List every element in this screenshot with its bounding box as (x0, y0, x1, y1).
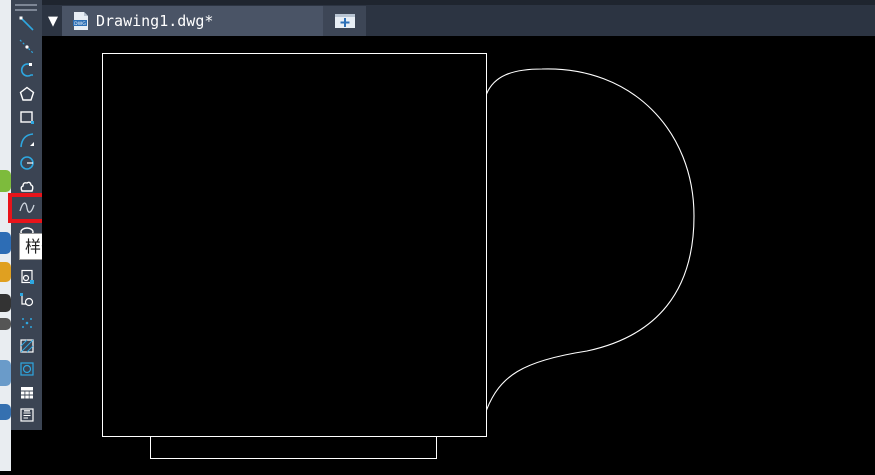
desktop-icon-fragment (0, 232, 11, 254)
point-icon (22, 318, 32, 328)
rectangle-icon (20, 111, 34, 124)
circle-icon (20, 156, 34, 170)
desktop-icon-fragment (0, 294, 11, 312)
point-tool-button[interactable] (15, 313, 39, 333)
spline-tool-button[interactable] (15, 198, 39, 218)
make-block-tool-button[interactable] (15, 290, 39, 310)
desktop-icon-fragment (0, 360, 11, 386)
construction-line-icon (19, 39, 35, 55)
toolbar-grip[interactable] (15, 9, 37, 11)
mug-handle-spline[interactable] (485, 68, 695, 411)
line-icon (19, 16, 34, 31)
desktop-icon-fragment (0, 318, 11, 330)
polygon-tool-button[interactable] (15, 84, 39, 104)
tab-list-menu-button[interactable]: ▼ (44, 10, 62, 32)
drawing-canvas[interactable] (42, 36, 875, 471)
region-tool-button[interactable] (15, 359, 39, 379)
document-tab-bar: ▼ DWG Drawing1.dwg* ✕ (42, 0, 875, 36)
caret-down-icon: ▼ (48, 13, 58, 29)
mtext-tool-button[interactable] (15, 405, 39, 425)
insert-block-icon (21, 269, 34, 284)
polyline-icon (20, 63, 33, 77)
insert-block-tool-button[interactable] (15, 267, 39, 287)
hatch-icon (20, 339, 34, 353)
draw-toolbar (11, 0, 43, 430)
desktop-icon-fragment (0, 262, 11, 282)
region-icon (20, 362, 34, 376)
polygon-icon (19, 86, 35, 101)
table-icon (21, 387, 33, 399)
mtext-icon (20, 408, 34, 422)
construction-line-tool-button[interactable] (15, 37, 39, 57)
tab-bar-top-edge (42, 0, 875, 5)
drawing-geometry (102, 53, 695, 459)
spline-icon (19, 202, 35, 213)
toolbar-grip[interactable] (15, 4, 37, 6)
circle-tool-button[interactable] (15, 153, 39, 173)
revision-cloud-tool-button[interactable] (15, 176, 39, 196)
rectangle-tool-button[interactable] (15, 107, 39, 127)
dwg-file-icon: DWG (73, 12, 88, 30)
desktop-icon-fragment (0, 404, 11, 420)
line-tool-button[interactable] (15, 14, 39, 34)
make-block-icon (20, 293, 34, 307)
new-tab-icon (334, 14, 355, 28)
tab-title: Drawing1.dwg* (96, 12, 214, 30)
desktop-icon-fragment (0, 170, 11, 192)
arc-tool-button[interactable] (15, 130, 39, 150)
tab-drawing1[interactable]: DWG Drawing1.dwg* ✕ (62, 6, 361, 36)
table-tool-button[interactable] (15, 383, 39, 403)
mug-base-rectangle[interactable] (150, 436, 437, 459)
svg-text:DWG: DWG (74, 21, 86, 27)
desktop-edge (0, 0, 11, 471)
polyline-tool-button[interactable] (15, 60, 39, 80)
arc-icon (20, 133, 34, 148)
mug-body-rectangle[interactable] (102, 53, 487, 437)
new-tab-button[interactable] (323, 6, 366, 36)
revision-cloud-icon (20, 181, 34, 192)
hatch-tool-button[interactable] (15, 336, 39, 356)
